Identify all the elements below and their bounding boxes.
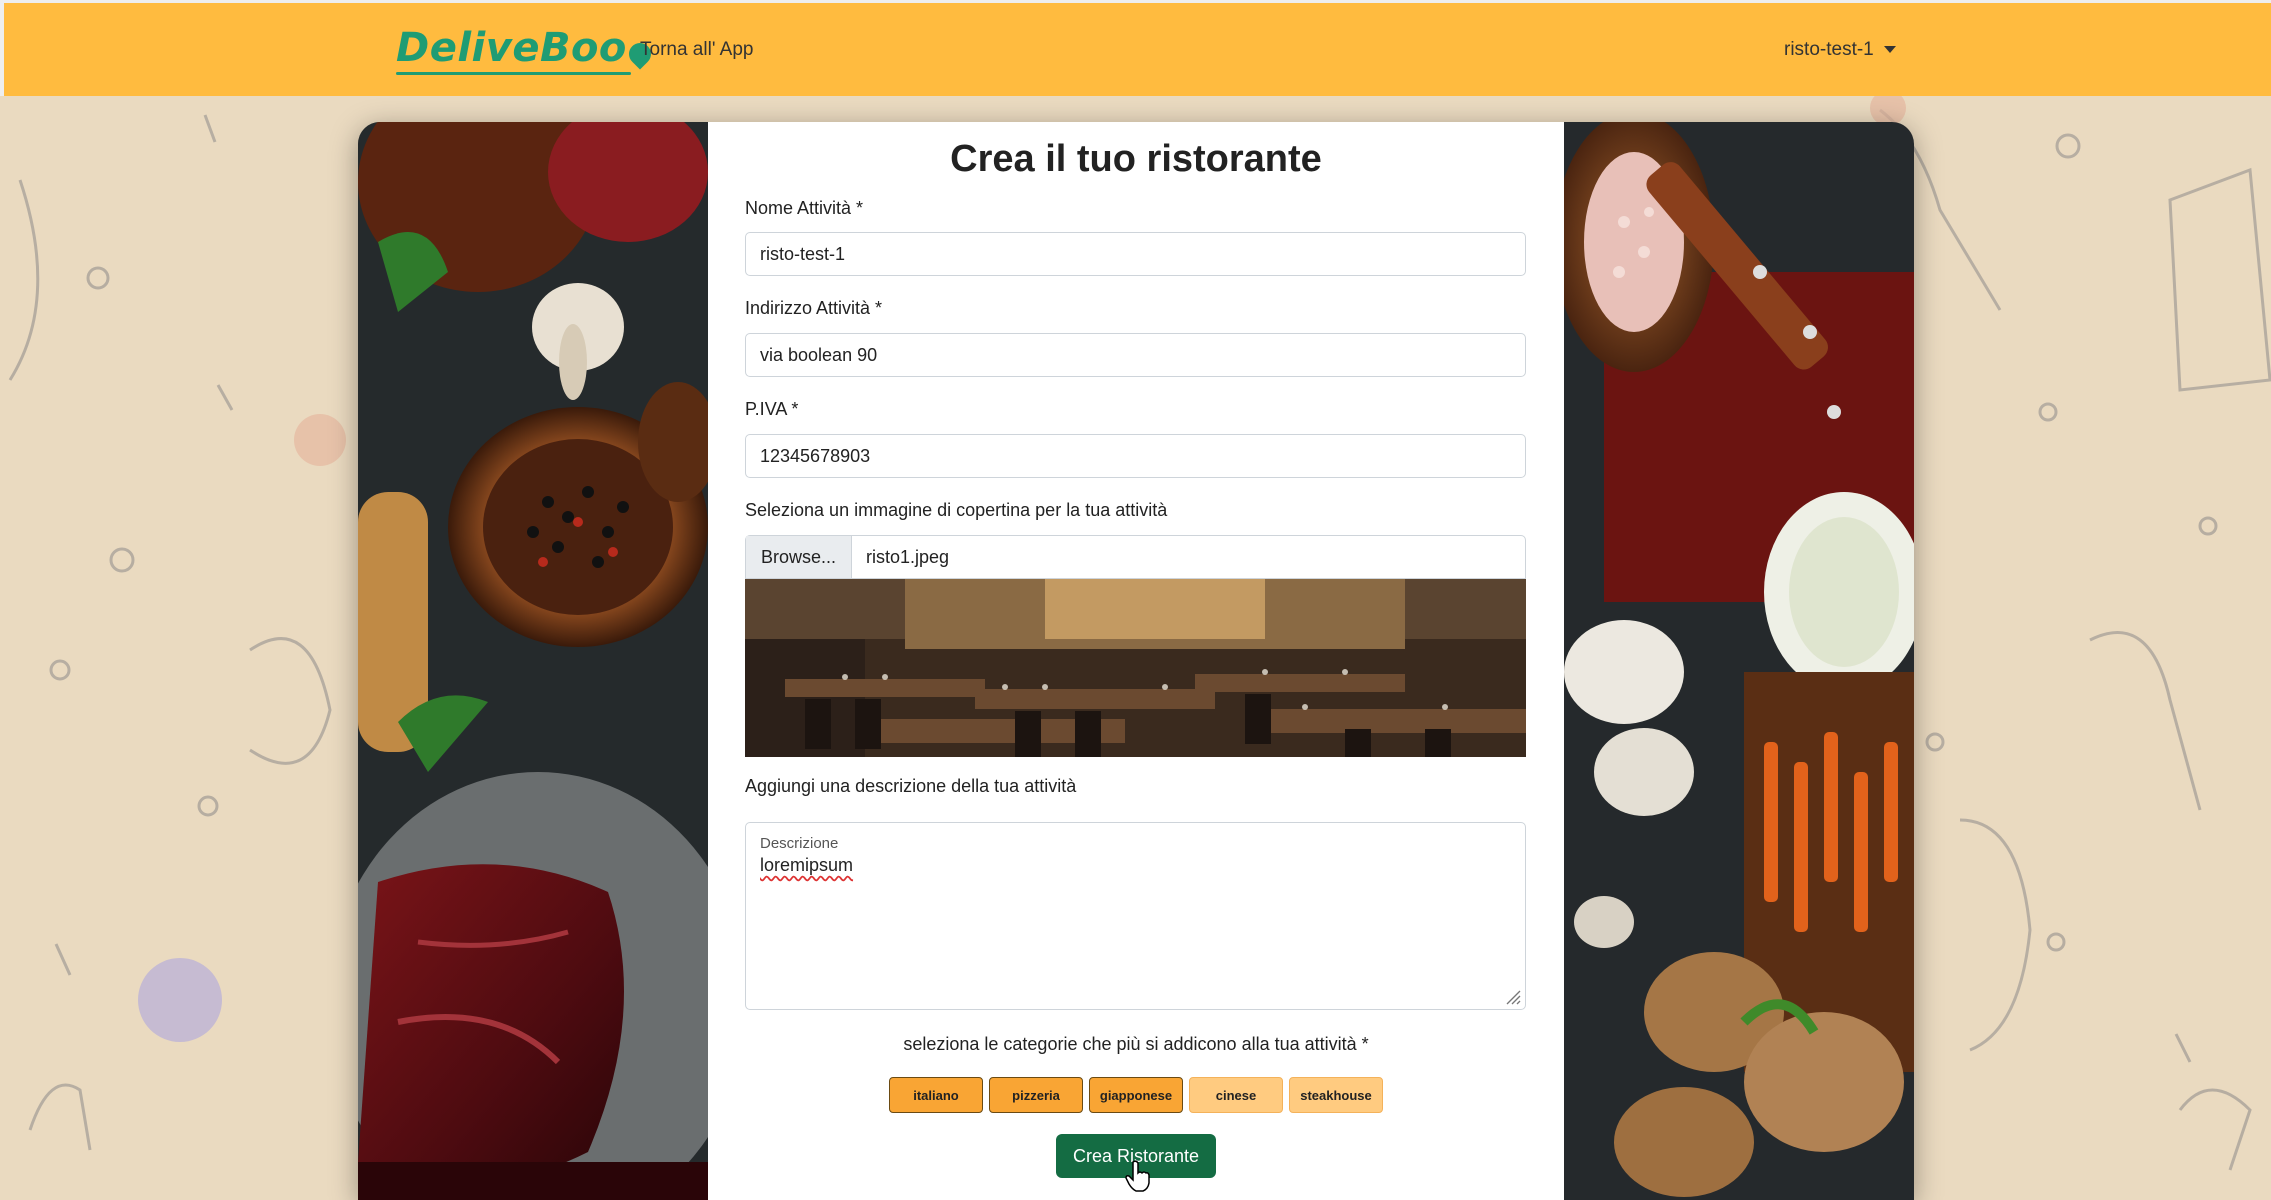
food-photo-right <box>1564 122 1914 1200</box>
selected-file-name: risto1.jpeg <box>866 546 950 567</box>
restaurant-name-input[interactable] <box>745 232 1526 276</box>
user-dropdown[interactable]: risto-test-1 <box>1784 39 1896 61</box>
cover-image-preview <box>745 579 1526 757</box>
description-floating-label: Descrizione <box>760 835 839 852</box>
brand-logo[interactable]: DeliveBoo <box>396 25 656 75</box>
user-name: risto-test-1 <box>1784 39 1874 60</box>
name-label: Nome Attività * <box>745 198 864 218</box>
browse-button[interactable]: Browse... <box>746 536 852 578</box>
cover-image-file-input[interactable]: Browse... risto1.jpeg <box>745 535 1526 579</box>
category-giapponese[interactable]: giapponese <box>1089 1077 1183 1113</box>
resize-handle-icon[interactable] <box>1505 989 1521 1005</box>
categories-label: seleziona le categorie che più si addico… <box>903 1034 1369 1054</box>
vat-number-input[interactable] <box>745 434 1526 478</box>
top-navbar: DeliveBoo Torna all' App risto-test-1 <box>0 0 2271 96</box>
logo-underline <box>396 72 631 75</box>
restaurant-address-input[interactable] <box>745 333 1526 377</box>
back-to-app-link[interactable]: Torna all' App <box>640 39 753 61</box>
description-value: loremipsum <box>760 855 854 875</box>
create-restaurant-card: Crea il tuo ristorante Nome Attività * I… <box>358 122 1914 1200</box>
category-pizzeria[interactable]: pizzeria <box>989 1077 1083 1113</box>
address-label: Indirizzo Attività * <box>745 298 883 318</box>
page-title: Crea il tuo ristorante <box>950 138 1322 180</box>
caret-down-icon <box>1883 46 1896 54</box>
description-section-label: Aggiungi una descrizione della tua attiv… <box>745 776 1077 796</box>
food-photo-left <box>358 122 708 1200</box>
restaurant-form: Crea il tuo ristorante Nome Attività * I… <box>708 122 1564 1200</box>
cover-image-label: Seleziona un immagine di copertina per l… <box>745 500 1168 520</box>
hand-cursor-icon <box>1125 1160 1150 1192</box>
vat-label: P.IVA * <box>745 399 799 419</box>
category-selector: italiano pizzeria giapponese cinese stea… <box>708 1077 1564 1113</box>
category-italiano[interactable]: italiano <box>889 1077 983 1113</box>
description-textarea[interactable]: Descrizione loremipsum <box>745 822 1526 1010</box>
category-cinese[interactable]: cinese <box>1189 1077 1283 1113</box>
category-steakhouse[interactable]: steakhouse <box>1289 1077 1383 1113</box>
brand-logo-text: DeliveBoo <box>396 25 627 71</box>
